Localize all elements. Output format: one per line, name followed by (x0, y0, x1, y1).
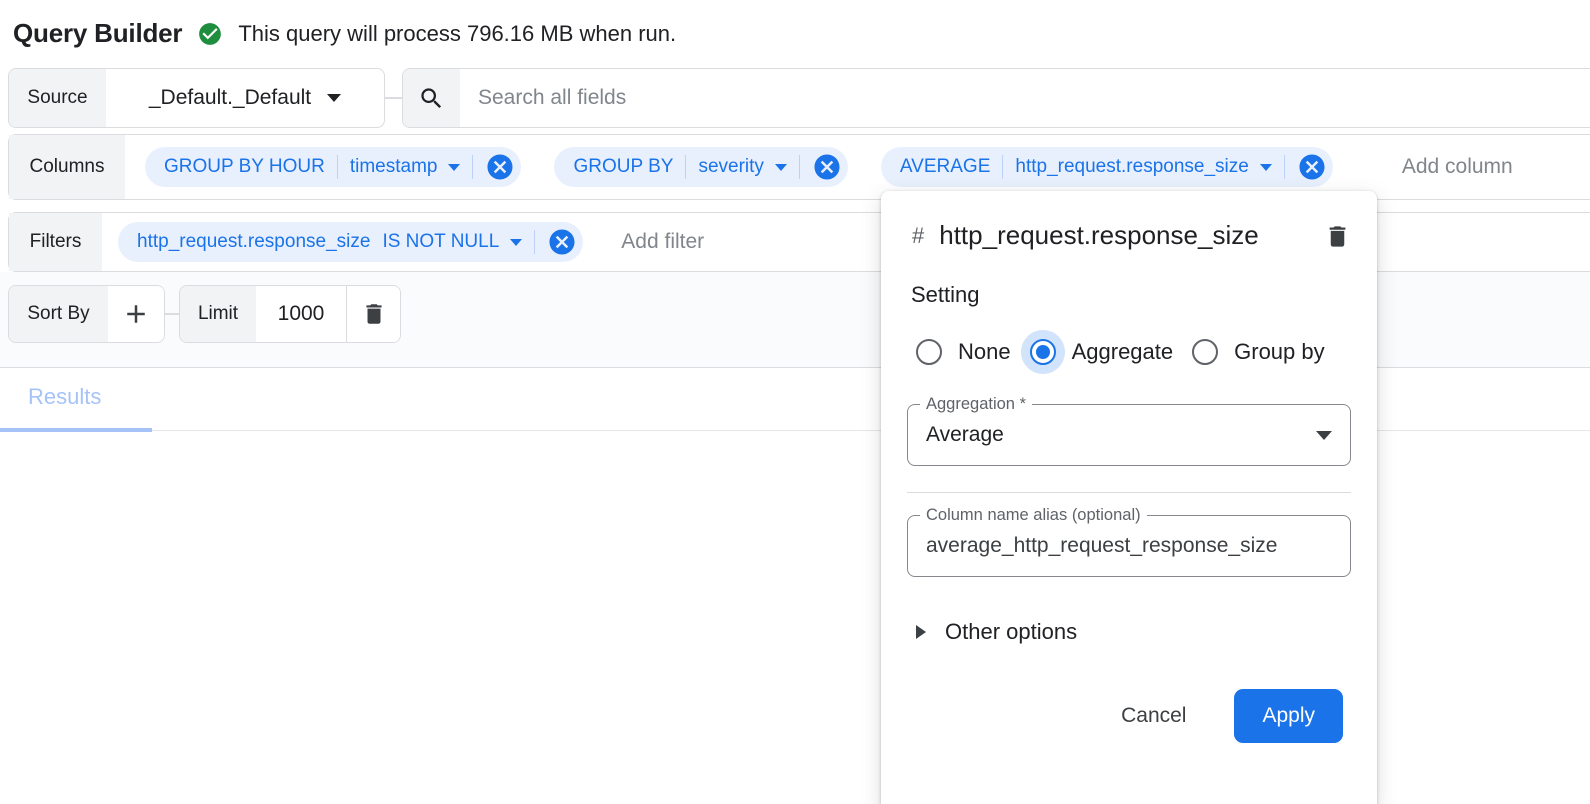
query-status-message: This query will process 796.16 MB when r… (238, 21, 676, 47)
chip-divider (1284, 155, 1285, 179)
aggregation-select-label: Aggregation * (920, 395, 1032, 414)
add-sort-button[interactable] (108, 286, 164, 342)
chevron-down-icon[interactable] (1260, 164, 1272, 171)
chevron-down-icon[interactable] (448, 164, 460, 171)
limit-box: Limit 1000 (179, 285, 401, 343)
chip-divider (685, 155, 686, 179)
chip-operation: GROUP BY HOUR (164, 156, 325, 178)
other-options-toggle[interactable]: Other options (907, 619, 1351, 645)
column-chip-timestamp[interactable]: GROUP BY HOUR timestamp (145, 147, 521, 187)
connector-line (385, 97, 402, 99)
column-alias-input[interactable]: Column name alias (optional) average_htt… (907, 515, 1351, 577)
chip-operation: GROUP BY (573, 156, 673, 178)
chevron-down-icon (327, 94, 341, 102)
query-builder-page: Query Builder This query will process 79… (0, 0, 1590, 804)
remove-chip-icon[interactable] (812, 152, 842, 182)
radio-label: Aggregate (1072, 339, 1174, 365)
popup-title: http_request.response_size (939, 215, 1258, 256)
field-settings-popup: # http_request.response_size Setting Non… (881, 191, 1377, 804)
search-icon (403, 69, 460, 127)
popup-footer: Cancel Apply (907, 689, 1351, 743)
chip-field: http_request.response_size (1015, 156, 1248, 178)
trash-icon (361, 301, 387, 327)
chip-condition: IS NOT NULL (382, 231, 499, 253)
setting-radio-group: None Aggregate Group by (907, 330, 1351, 374)
column-alias-value: average_http_request_response_size (926, 534, 1332, 558)
chip-divider (1002, 155, 1003, 179)
header: Query Builder This query will process 79… (13, 18, 676, 49)
column-alias-label: Column name alias (optional) (920, 506, 1147, 525)
radio-selected-icon (1030, 339, 1056, 365)
tab-active-underline (0, 428, 152, 432)
radio-label: Group by (1234, 339, 1325, 365)
filters-label: Filters (9, 213, 102, 271)
chip-field: timestamp (350, 156, 438, 178)
tab-results[interactable]: Results (28, 384, 101, 410)
remove-chip-icon[interactable] (485, 152, 515, 182)
column-chip-severity[interactable]: GROUP BY severity (554, 147, 847, 187)
connector-line (165, 313, 179, 315)
radio-halo (907, 330, 951, 374)
chevron-down-icon[interactable] (775, 164, 787, 171)
aggregation-select-value: Average (926, 423, 1304, 447)
chip-divider (534, 230, 535, 254)
page-title: Query Builder (13, 18, 182, 49)
columns-chip-zone: GROUP BY HOUR timestamp GROUP BY severit… (125, 147, 1513, 187)
cancel-button[interactable]: Cancel (1115, 703, 1192, 729)
remove-chip-icon[interactable] (1297, 152, 1327, 182)
sort-by-label: Sort By (9, 286, 108, 342)
plus-icon (121, 299, 151, 329)
delete-limit-button[interactable] (347, 286, 400, 342)
limit-value-field[interactable]: 1000 (256, 286, 346, 342)
chip-divider (472, 155, 473, 179)
divider (907, 492, 1351, 493)
radio-circle-icon (1192, 339, 1218, 365)
limit-label: Limit (180, 286, 256, 342)
search-box (402, 68, 1590, 128)
other-options-label: Other options (945, 619, 1077, 645)
check-circle-icon (197, 21, 223, 47)
add-column-button[interactable]: Add column (1402, 155, 1513, 179)
columns-label: Columns (9, 135, 125, 199)
source-dropdown[interactable]: _Default._Default (106, 69, 384, 127)
dropdown-arrow-icon (1316, 431, 1332, 440)
source-dropdown-value: _Default._Default (149, 86, 311, 110)
disclosure-triangle-icon (916, 625, 926, 639)
radio-group-by[interactable]: Group by (1183, 330, 1335, 374)
add-filter-button[interactable]: Add filter (621, 230, 704, 254)
radio-aggregate[interactable]: Aggregate (1021, 330, 1184, 374)
radio-none[interactable]: None (907, 330, 1021, 374)
chip-operation: AVERAGE (900, 156, 990, 178)
chip-field: http_request.response_size (137, 231, 370, 253)
popup-header: # http_request.response_size (907, 215, 1351, 256)
source-box: Source _Default._Default (8, 68, 385, 128)
filter-chip-response-size[interactable]: http_request.response_size IS NOT NULL (118, 222, 583, 262)
aggregation-select[interactable]: Aggregation * Average (907, 404, 1351, 466)
search-input[interactable] (460, 69, 1590, 127)
sort-by-box: Sort By (8, 285, 165, 343)
chip-field: severity (698, 156, 763, 178)
radio-halo (1021, 330, 1065, 374)
source-label: Source (9, 69, 106, 127)
column-chip-response-size[interactable]: AVERAGE http_request.response_size (881, 147, 1333, 187)
remove-chip-icon[interactable] (547, 227, 577, 257)
filters-chip-zone: http_request.response_size IS NOT NULL A… (102, 222, 704, 262)
radio-circle-icon (916, 339, 942, 365)
apply-button[interactable]: Apply (1234, 689, 1343, 743)
radio-halo (1183, 330, 1227, 374)
chip-divider (337, 155, 338, 179)
radio-label: None (958, 339, 1011, 365)
chip-divider (799, 155, 800, 179)
setting-label: Setting (907, 282, 1351, 308)
numeric-type-icon: # (912, 223, 924, 249)
chevron-down-icon[interactable] (510, 239, 522, 246)
delete-column-button[interactable] (1324, 223, 1351, 255)
